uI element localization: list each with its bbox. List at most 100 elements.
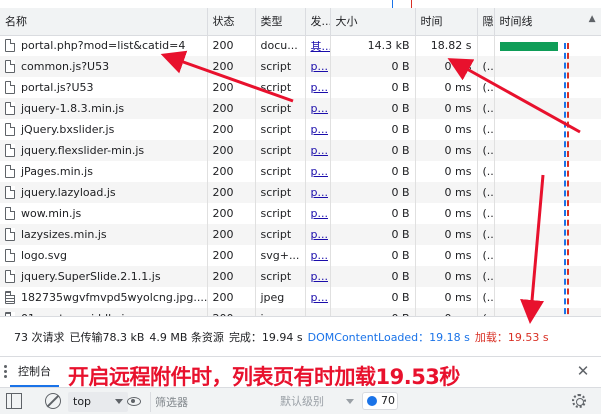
cell-priority: (... [477,245,495,266]
cell-priority: (... [477,287,495,308]
tab-console[interactable]: 控制台 [10,357,59,387]
cell-name[interactable]: common.js?U53 [0,56,208,77]
dcl-marker [392,0,393,8]
cell-name[interactable]: 01_custer_middle.jpg [0,308,208,316]
column-header-waterfall[interactable]: 时间线 ▲ [494,8,601,36]
table-row[interactable]: wow.min.js 200script p...0 B0 ms(... [0,203,601,224]
table-row[interactable]: jquery-1.8.3.min.js 200 script p... 0 B0 ms(… [0,98,601,119]
table-row[interactable]: jquery.flexslider-min.js 200 script p... 0 B… [0,140,601,161]
more-tools-icon[interactable] [4,365,7,379]
cell-type: script [255,140,306,161]
initiator-link[interactable]: p... [311,102,328,115]
initiator-link[interactable]: p... [311,60,328,73]
context-selector[interactable]: top [68,392,128,412]
initiator-link[interactable]: p... [311,249,328,262]
close-drawer-icon[interactable]: ✕ [574,362,592,380]
cell-initiator[interactable]: p... [305,77,331,98]
cell-name[interactable]: jQuery.bxslider.js [0,119,208,140]
cell-priority: (... [477,98,495,119]
initiator-link[interactable]: p... [311,207,328,220]
initiator-link[interactable]: p... [311,165,328,178]
table-row[interactable]: jQuery.bxslider.js 200 script p... 0 B0 ms (.… [0,119,601,140]
column-header-size[interactable]: 大小 [330,8,416,36]
image-icon [5,291,15,304]
cell-name[interactable]: portal.php?mod=list&catid=4 [0,35,208,56]
cell-size: 14.3 kB [330,35,416,56]
cell-name[interactable]: lazysizes.min.js [0,224,208,245]
context-selector-value: top [73,395,92,408]
table-row[interactable]: jquery.SuperSlide.2.1.1.js 200 script p... 0… [0,266,601,287]
cell-name[interactable]: jPages.min.js [0,161,208,182]
cell-name[interactable]: 182735wgvfmvpd5wyolcng.jpg.... [0,287,208,308]
cell-priority [477,35,495,56]
cell-name[interactable]: wow.min.js [0,203,208,224]
cell-name[interactable]: portal.js?U53 [0,77,208,98]
cell-name[interactable]: jquery.SuperSlide.2.1.1.js [0,266,208,287]
file-icon [5,186,15,199]
console-filter-input[interactable] [150,392,268,412]
initiator-link[interactable]: p... [311,228,328,241]
log-levels-dropdown[interactable]: 默认级别 [280,392,356,411]
live-expression-eye-icon[interactable] [127,397,141,406]
console-settings-gear-icon[interactable] [572,394,586,408]
initiator-link[interactable]: p... [311,291,328,304]
cell-waterfall [494,56,601,77]
cell-name[interactable]: jquery.flexslider-min.js [0,140,208,161]
cell-initiator[interactable]: p... [305,98,331,119]
cell-name[interactable]: logo.svg [0,245,208,266]
log-levels-label: 默认级别 [280,395,324,408]
cell-priority: (... [477,161,495,182]
table-row[interactable]: common.js?U53 200script p...0 B0 ms(... [0,56,601,77]
timeline-overview-strip[interactable] [0,0,601,8]
cell-initiator[interactable]: p... [305,182,331,203]
initiator-link[interactable]: p... [311,186,328,199]
cell-name[interactable]: jquery-1.8.3.min.js [0,98,208,119]
cell-initiator[interactable]: p... [305,119,331,140]
cell-initiator[interactable]: p... [305,140,331,161]
cell-name[interactable]: jquery.lazyload.js [0,182,208,203]
request-name: portal.php?mod=list&catid=4 [21,39,186,53]
column-header-type[interactable]: 类型 [255,8,306,36]
table-row[interactable]: jquery.lazyload.js 200 script p... 0 B0 ms (.… [0,182,601,203]
column-header-name[interactable]: 名称 [0,8,208,36]
table-row[interactable]: portal.php?mod=list&catid=4 200 docu... 其..… [0,35,601,56]
cell-initiator[interactable]: p... [305,203,331,224]
column-header-time[interactable]: 时间 [415,8,478,36]
column-header-initiator[interactable]: 发... [305,8,331,36]
console-toolbar: top 默认级别 70 [0,387,601,414]
dom-content-loaded-time: DOMContentLoaded：19.18 s [307,330,470,344]
table-row[interactable]: jPages.min.js 200script p...0 B0 ms(... [0,161,601,182]
cell-priority: (... [477,266,495,287]
issues-counter-button[interactable]: 70 [362,392,398,410]
initiator-link[interactable]: p... [311,270,328,283]
table-row[interactable]: logo.svg 200svg+... p...0 B0 ms(... [0,245,601,266]
cell-initiator[interactable]: p... [305,245,331,266]
column-header-priority[interactable]: 隠 [477,8,495,36]
cell-initiator[interactable]: p... [305,224,331,245]
cell-initiator[interactable]: 其... [305,35,331,56]
initiator-link[interactable]: p... [311,81,328,94]
table-row[interactable]: 01_custer_middle.jpg200jpegp...0 B0 ms(.… [0,308,601,316]
sort-asc-icon[interactable]: ▲ [589,14,596,24]
table-row[interactable]: lazysizes.min.js 200script p...0 B0 ms(... [0,224,601,245]
console-sidebar-icon[interactable] [6,393,22,409]
cell-priority: (... [477,308,495,316]
table-row[interactable]: 182735wgvfmvpd5wyolcng.jpg.... 200 jpeg p..… [0,287,601,308]
request-name: 182735wgvfmvpd5wyolcng.jpg.... [21,291,207,304]
initiator-link[interactable]: p... [311,144,328,157]
cell-type: script [255,203,306,224]
cell-initiator[interactable]: p... [305,56,331,77]
cell-initiator[interactable]: p... [305,266,331,287]
cell-status: 200 [207,245,256,266]
table-row[interactable]: portal.js?U53 200script p...0 B0 ms(... [0,77,601,98]
cell-initiator[interactable]: p... [305,287,331,308]
initiator-link[interactable]: 其... [311,40,330,53]
cell-initiator[interactable]: p... [305,308,331,316]
column-header-status[interactable]: 状态 [207,8,256,36]
cell-status: 200 [207,56,256,77]
cell-initiator[interactable]: p... [305,161,331,182]
cell-size: 0 B [330,161,416,182]
clear-console-icon[interactable] [45,393,61,409]
initiator-link[interactable]: p... [311,123,328,136]
network-summary-bar: 73 次请求 已传输78.3 kB 4.9 MB 条资源 完成：19.94 s … [0,316,601,356]
